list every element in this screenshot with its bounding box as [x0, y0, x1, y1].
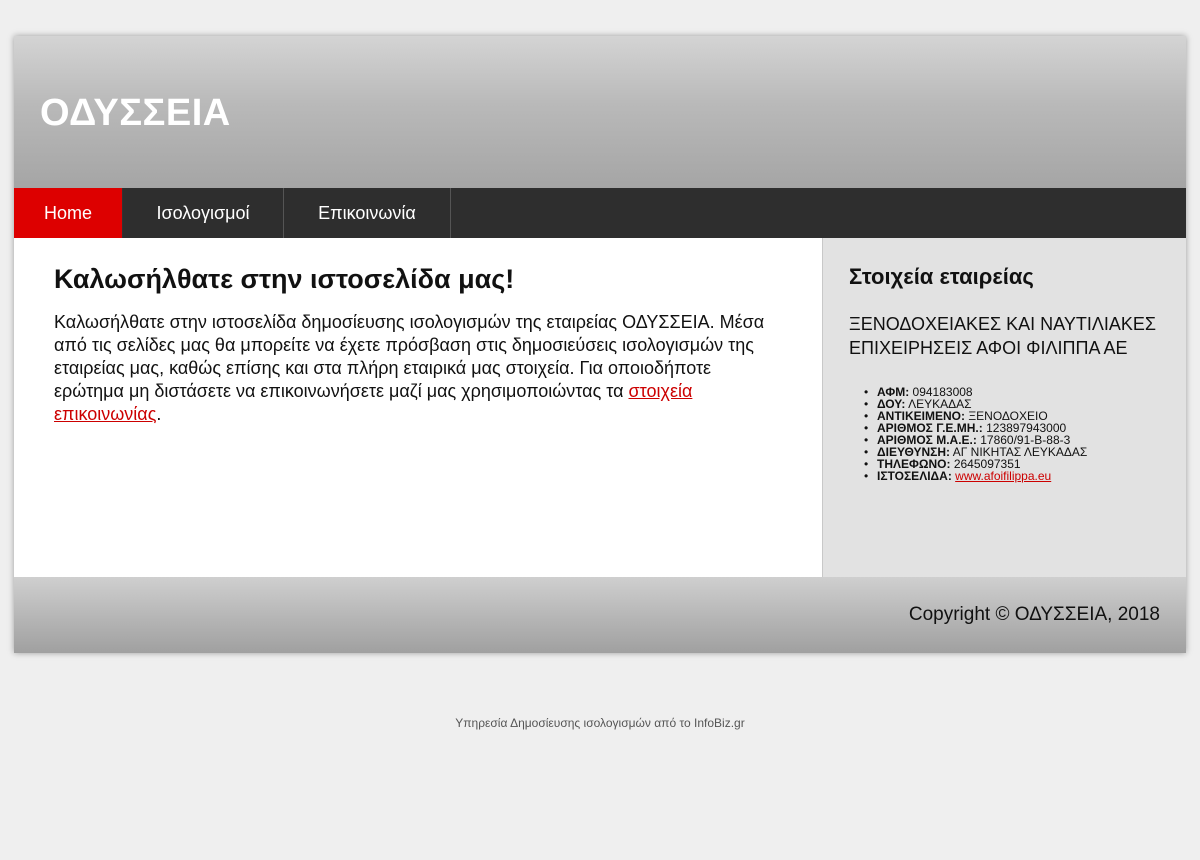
website-link[interactable]: www.afoifilippa.eu: [955, 469, 1051, 483]
company-name: ΞΕΝΟΔΟΧΕΙΑΚΕΣ ΚΑΙ ΝΑΥΤΙΛΙΑΚΕΣ ΕΠΙΧΕΙΡΗΣΕ…: [849, 314, 1156, 358]
welcome-heading: Καλωσήλθατε στην ιστοσελίδα μας!: [54, 264, 515, 294]
welcome-paragraph: Καλωσήλθατε στην ιστοσελίδα δημοσίευσης …: [54, 311, 782, 426]
info-label: ΙΣΤΟΣΕΛΙΔΑ:: [877, 469, 952, 483]
main-nav: Home Ισολογισμοί Επικοινωνία: [14, 188, 1186, 238]
welcome-text-end: .: [156, 404, 162, 424]
content-row: Καλωσήλθατε στην ιστοσελίδα μας! Καλωσήλ…: [14, 238, 1186, 577]
sidebar-heading: Στοιχεία εταιρείας: [849, 264, 1034, 289]
company-sidebar: Στοιχεία εταιρείας ΞΕΝΟΔΟΧΕΙΑΚΕΣ ΚΑΙ ΝΑΥ…: [822, 238, 1186, 577]
info-item-website: ΙΣΤΟΣΕΛΙΔΑ: www.afoifilippa.eu: [864, 469, 1160, 483]
page-wrapper: ΟΔΥΣΣΕΙΑ Home Ισολογισμοί Επικοινωνία Κα…: [14, 36, 1186, 653]
nav-item-balance-sheets[interactable]: Ισολογισμοί: [123, 188, 284, 238]
copyright-text: Copyright © ΟΔΥΣΣΕΙΑ, 2018: [908, 604, 1160, 625]
nav-item-home[interactable]: Home: [14, 188, 123, 238]
company-info-list: ΑΦΜ: 094183008 ΔΟΥ: ΛΕΥΚΑΔΑΣ ΑΝΤΙΚΕΙΜΕΝΟ…: [849, 386, 1160, 482]
site-title[interactable]: ΟΔΥΣΣΕΙΑ: [40, 92, 231, 135]
main-content: Καλωσήλθατε στην ιστοσελίδα μας! Καλωσήλ…: [14, 238, 822, 577]
site-footer: Copyright © ΟΔΥΣΣΕΙΑ, 2018: [14, 577, 1186, 653]
service-note: Υπηρεσία Δημοσίευσης ισολογισμών από το …: [455, 716, 745, 730]
site-header: ΟΔΥΣΣΕΙΑ: [14, 36, 1186, 188]
nav-item-contact[interactable]: Επικοινωνία: [284, 188, 451, 238]
